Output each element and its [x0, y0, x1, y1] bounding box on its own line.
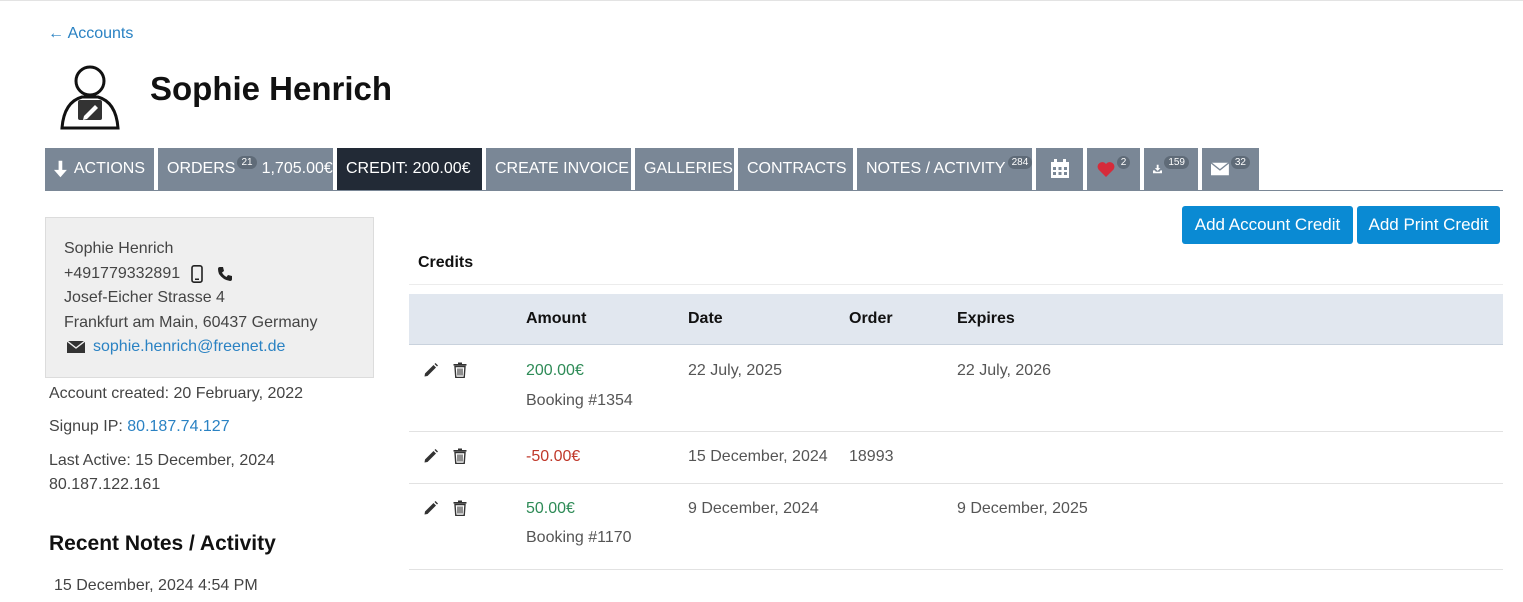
top-border	[0, 0, 1523, 1]
tab-actions[interactable]: ACTIONS	[45, 148, 154, 190]
last-active-ip-link[interactable]: 80.187.122.161	[49, 476, 160, 494]
notes-count-badge: 284	[1007, 155, 1033, 169]
tab-notes-activity[interactable]: NOTES / ACTIVITY 284	[857, 148, 1033, 190]
contact-email-link[interactable]: sophie.henrich@freenet.de	[93, 335, 285, 360]
credit-order-link[interactable]: 18993	[849, 448, 894, 466]
tab-orders-label: ORDERS	[167, 160, 236, 177]
credit-expires: 9 December, 2025	[957, 500, 1088, 517]
add-account-credit-button[interactable]: Add Account Credit	[1182, 206, 1353, 244]
tab-orders[interactable]: ORDERS 21 1,705.00€	[158, 148, 333, 190]
envelope-icon	[1211, 162, 1229, 176]
column-date: Date	[688, 310, 723, 327]
tab-actions-label: ACTIONS	[73, 160, 145, 177]
phone-call-icon[interactable]	[217, 266, 233, 282]
trash-icon[interactable]	[452, 362, 468, 378]
column-expires: Expires	[957, 310, 1015, 327]
credit-date: 15 December, 2024	[688, 448, 828, 465]
column-amount: Amount	[526, 310, 587, 327]
tab-galleries-label: GALLERIES	[644, 160, 733, 177]
credit-date: 9 December, 2024	[688, 500, 819, 517]
contact-email-row: sophie.henrich@freenet.de	[64, 335, 355, 360]
column-order: Order	[849, 310, 893, 327]
tab-contracts-label: CONTRACTS	[747, 160, 847, 177]
orders-count-badge: 21	[237, 155, 257, 169]
tab-credit[interactable]: CREDIT: 200.00€	[337, 148, 482, 190]
account-created: Account created: 20 February, 2022	[49, 385, 304, 402]
credit-row: -50.00€ 15 December, 2024 18993	[409, 432, 1503, 484]
tab-contracts[interactable]: CONTRACTS	[738, 148, 853, 190]
tab-emails[interactable]: 32	[1202, 148, 1259, 190]
trash-icon[interactable]	[452, 500, 468, 516]
orders-total: 1,705.00€	[261, 160, 333, 177]
credit-row: 50.00€ Booking #1170 9 December, 2024 9 …	[409, 484, 1503, 570]
tab-create-invoice-label: CREATE INVOICE	[495, 160, 629, 177]
recent-activity-date: 15 December, 2024 4:54 PM	[54, 577, 258, 594]
arrow-down-icon	[54, 160, 67, 178]
account-tabs: ACTIONS ORDERS 21 1,705.00€ CREDIT: 200.…	[45, 148, 1259, 190]
edit-pencil-icon[interactable]	[423, 362, 439, 378]
heart-icon	[1097, 162, 1115, 177]
edit-pencil-icon[interactable]	[423, 448, 439, 464]
back-to-accounts-link[interactable]: ← Accounts	[48, 25, 133, 43]
signup-ip-row: Signup IP: 80.187.74.127	[49, 418, 230, 436]
trash-icon[interactable]	[452, 448, 468, 464]
credits-divider	[409, 284, 1503, 285]
credit-note: Booking #1170	[526, 529, 632, 546]
downloads-count-badge: 159	[1164, 155, 1189, 169]
credit-expires: 22 July, 2026	[957, 362, 1051, 379]
add-print-credit-button[interactable]: Add Print Credit	[1357, 206, 1500, 244]
contact-phone: +491779332891	[64, 264, 181, 282]
contact-name: Sophie Henrich	[64, 240, 174, 257]
favorites-count-badge: 2	[1116, 155, 1131, 169]
tab-galleries[interactable]: GALLERIES	[635, 148, 734, 190]
calendar-icon	[1050, 159, 1069, 178]
user-avatar-icon	[60, 65, 120, 130]
signup-ip-link[interactable]: 80.187.74.127	[127, 418, 229, 435]
last-active: Last Active: 15 December, 2024	[49, 452, 275, 469]
signup-ip-label: Signup IP:	[49, 418, 123, 435]
tab-credit-label: CREDIT: 200.00€	[346, 160, 471, 177]
contact-city: Frankfurt am Main, 60437 Germany	[64, 313, 318, 331]
edit-pencil-icon[interactable]	[423, 500, 439, 516]
credit-amount: 50.00€	[526, 500, 575, 517]
tab-downloads[interactable]: 159	[1144, 148, 1198, 190]
contact-phone-row: +491779332891	[64, 262, 355, 287]
tab-calendar[interactable]	[1036, 148, 1083, 190]
download-icon	[1153, 164, 1163, 174]
credits-table-header: Amount Date Order Expires	[409, 294, 1503, 345]
tab-create-invoice[interactable]: CREATE INVOICE	[486, 148, 631, 190]
recent-activity-title: Recent Notes / Activity	[49, 532, 276, 555]
tab-notes-label: NOTES / ACTIVITY	[866, 160, 1006, 177]
credit-note: Booking #1354	[526, 392, 633, 409]
contact-street: Josef-Eicher Strasse 4	[64, 289, 225, 306]
credits-title: Credits	[418, 254, 474, 271]
envelope-icon	[67, 341, 85, 354]
tab-favorites[interactable]: 2	[1087, 148, 1140, 190]
credit-date: 22 July, 2025	[688, 362, 782, 379]
credit-amount: 200.00€	[526, 362, 584, 379]
credit-row: 200.00€ Booking #1354 22 July, 2025 22 J…	[409, 346, 1503, 432]
tabs-underline	[45, 190, 1503, 191]
contact-card: Sophie Henrich +491779332891 Josef-Eiche…	[45, 217, 374, 378]
emails-count-badge: 32	[1230, 155, 1250, 169]
mobile-phone-icon[interactable]	[191, 264, 203, 283]
account-name: Sophie Henrich	[150, 70, 393, 107]
credit-amount: -50.00€	[526, 448, 581, 465]
